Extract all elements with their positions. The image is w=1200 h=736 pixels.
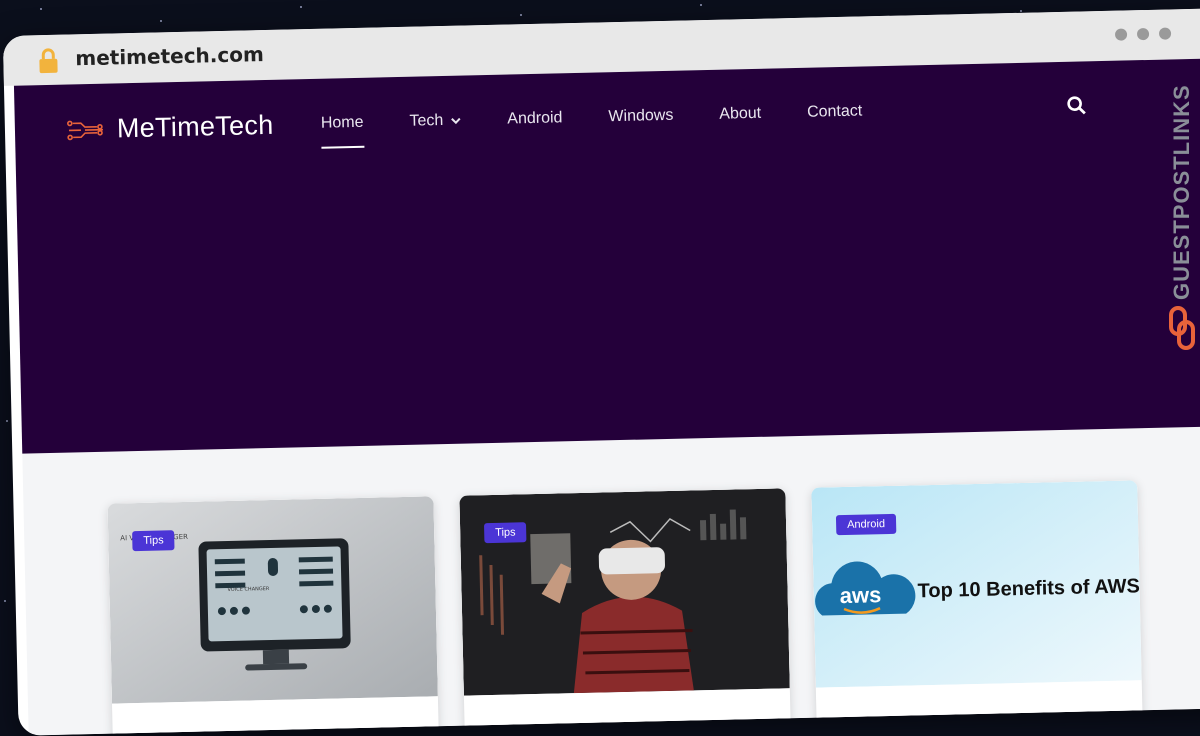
nav-android[interactable]: Android: [507, 109, 563, 128]
circuit-logo-icon: [67, 120, 103, 140]
window-dot[interactable]: [1114, 28, 1128, 41]
browser-window: metimetech.com MeTimeTech Home Tech Andr…: [2, 7, 1200, 736]
post-image-aws: aws Top 10 Benefits of AWS: [811, 480, 1142, 688]
link-icon: [1169, 306, 1195, 350]
window-controls: [1114, 27, 1172, 41]
post-card[interactable]: Tips: [459, 488, 792, 736]
category-tag[interactable]: Android: [835, 513, 897, 536]
nav-contact[interactable]: Contact: [807, 102, 863, 121]
main-nav: Home Tech Android Windows About Contact: [321, 101, 909, 132]
site-logo[interactable]: MeTimeTech: [67, 110, 274, 146]
nav-tech-label: Tech: [409, 111, 444, 130]
window-dot[interactable]: [1158, 27, 1172, 40]
guestpostlinks-watermark: GUESTPOSTLINKS: [1169, 84, 1195, 350]
category-tag[interactable]: Tips: [132, 530, 175, 552]
post-image-vr: [459, 488, 790, 696]
post-card[interactable]: aws Top 10 Benefits of AWS Android: [811, 480, 1144, 736]
nav-tech[interactable]: Tech: [409, 111, 462, 131]
chevron-down-icon: [451, 117, 462, 124]
site-header: MeTimeTech Home Tech Android Windows Abo…: [13, 57, 1200, 454]
url-text[interactable]: metimetech.com: [75, 42, 264, 70]
lock-icon: [39, 48, 58, 74]
nav-windows[interactable]: Windows: [608, 107, 673, 126]
watermark-text: GUESTPOSTLINKS: [1169, 84, 1194, 300]
category-tag[interactable]: Tips: [483, 522, 527, 544]
browser-scene: metimetech.com MeTimeTech Home Tech Andr…: [0, 0, 1200, 736]
post-card[interactable]: AI VOICE CHANGER VOICE CHANGER: [107, 496, 440, 736]
window-dot[interactable]: [1136, 27, 1150, 41]
website-viewport: MeTimeTech Home Tech Android Windows Abo…: [13, 57, 1200, 736]
post-cards: AI VOICE CHANGER VOICE CHANGER: [107, 480, 1144, 736]
search-icon[interactable]: [1066, 95, 1086, 115]
nav-home[interactable]: Home: [321, 114, 364, 133]
aws-logo-text: aws: [839, 582, 881, 608]
site-brand-name: MeTimeTech: [116, 109, 274, 144]
nav-about[interactable]: About: [719, 105, 761, 124]
post-image-voice-changer: AI VOICE CHANGER VOICE CHANGER: [107, 496, 438, 704]
